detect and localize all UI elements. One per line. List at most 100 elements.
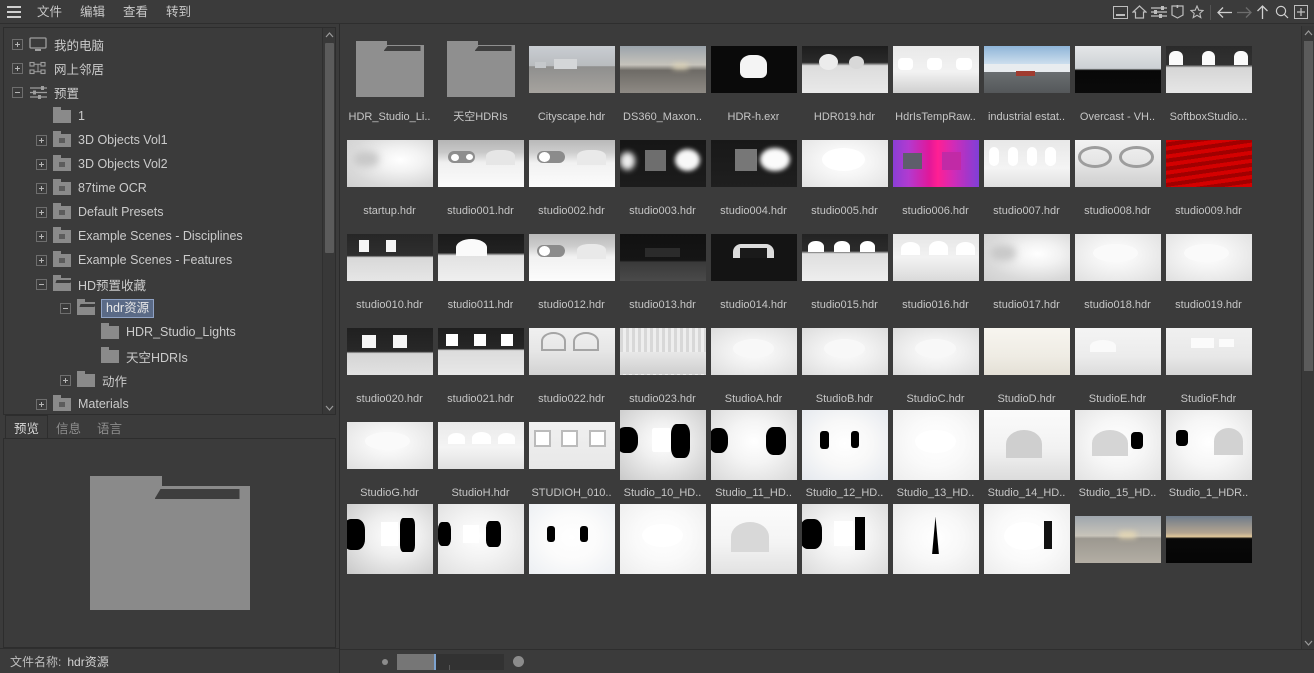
file-item[interactable]: StudioB.hdr (799, 312, 890, 406)
file-item[interactable]: HDR-h.exr (708, 30, 799, 124)
tree-item[interactable]: 3D Objects Vol2 (4, 152, 322, 176)
expand-icon[interactable] (12, 62, 23, 74)
tree-item[interactable]: Materials (4, 392, 322, 414)
file-item[interactable]: SoftboxStudio... (1163, 30, 1254, 124)
file-item[interactable] (981, 500, 1072, 594)
expand-icon[interactable] (60, 374, 71, 386)
tree-item[interactable]: HDR_Studio_Lights (4, 320, 322, 344)
file-item[interactable]: Studio_12_HD.. (799, 406, 890, 500)
file-item[interactable]: studio008.hdr (1072, 124, 1163, 218)
chevron-down-icon[interactable] (1302, 636, 1314, 649)
file-grid-scrollbar-thumb[interactable] (1304, 41, 1313, 371)
file-item[interactable]: Cityscape.hdr (526, 30, 617, 124)
preview-tab[interactable]: 信息 (48, 416, 89, 439)
tree-item[interactable]: hdr资源 (4, 296, 322, 320)
file-item[interactable]: studio016.hdr (890, 218, 981, 312)
file-item[interactable]: studio001.hdr (435, 124, 526, 218)
file-item[interactable]: studio010.hdr (344, 218, 435, 312)
file-item[interactable]: studio017.hdr (981, 218, 1072, 312)
menu-item-3[interactable]: 查看 (114, 0, 157, 24)
tree-item[interactable]: 网上邻居 (4, 56, 322, 80)
file-item[interactable]: startup.hdr (344, 124, 435, 218)
tree-item[interactable]: 1 (4, 104, 322, 128)
file-item[interactable] (1072, 500, 1163, 594)
hamburger-menu-icon[interactable] (0, 0, 28, 24)
expand-icon[interactable] (36, 254, 47, 266)
file-item[interactable]: studio009.hdr (1163, 124, 1254, 218)
file-item[interactable]: StudioG.hdr (344, 406, 435, 500)
file-item[interactable]: Studio_13_HD.. (890, 406, 981, 500)
file-item[interactable]: Studio_11_HD.. (708, 406, 799, 500)
file-item[interactable]: studio012.hdr (526, 218, 617, 312)
file-item[interactable]: studio019.hdr (1163, 218, 1254, 312)
large-thumbnail-icon[interactable] (513, 656, 524, 667)
file-item[interactable]: studio015.hdr (799, 218, 890, 312)
file-item[interactable]: studio007.hdr (981, 124, 1072, 218)
file-item[interactable]: studio003.hdr (617, 124, 708, 218)
file-item[interactable]: studio014.hdr (708, 218, 799, 312)
file-item[interactable]: StudioA.hdr (708, 312, 799, 406)
tree-item[interactable]: HD预置收藏 (4, 272, 322, 296)
expand-icon[interactable] (36, 230, 47, 242)
tree-scrollbar[interactable] (322, 28, 335, 414)
file-item[interactable]: studio022.hdr (526, 312, 617, 406)
file-item[interactable]: studio002.hdr (526, 124, 617, 218)
file-item[interactable]: Studio_14_HD.. (981, 406, 1072, 500)
expand-icon[interactable] (12, 38, 23, 50)
folder-item[interactable]: HDR_Studio_Li.. (344, 30, 435, 124)
file-item[interactable]: studio011.hdr (435, 218, 526, 312)
collapse-icon[interactable] (60, 302, 71, 314)
file-item[interactable]: studio005.hdr (799, 124, 890, 218)
collapse-icon[interactable] (36, 278, 47, 290)
file-item[interactable] (617, 500, 708, 594)
file-item[interactable]: Studio_15_HD.. (1072, 406, 1163, 500)
file-item[interactable]: StudioD.hdr (981, 312, 1072, 406)
tree-item[interactable]: 我的电脑 (4, 32, 322, 56)
minimize-panel-icon[interactable] (1111, 2, 1130, 22)
file-item[interactable]: Studio_1_HDR.. (1163, 406, 1254, 500)
expand-icon[interactable] (36, 134, 47, 146)
file-item[interactable]: HdrIsTempRaw.. (890, 30, 981, 124)
file-item[interactable] (708, 500, 799, 594)
file-item[interactable] (799, 500, 890, 594)
file-item[interactable]: StudioH.hdr (435, 406, 526, 500)
small-thumbnail-icon[interactable] (382, 658, 388, 665)
expand-icon[interactable] (36, 206, 47, 218)
tree-item[interactable]: 预置 (4, 80, 322, 104)
file-item[interactable]: studio023.hdr (617, 312, 708, 406)
file-item[interactable]: StudioF.hdr (1163, 312, 1254, 406)
file-item[interactable]: Overcast - VH.. (1072, 30, 1163, 124)
menu-item-1[interactable]: 文件 (28, 0, 71, 24)
collapse-icon[interactable] (12, 86, 23, 98)
file-item[interactable]: studio021.hdr (435, 312, 526, 406)
file-item[interactable] (1163, 500, 1254, 594)
tree-item[interactable]: 3D Objects Vol1 (4, 128, 322, 152)
file-item[interactable]: studio020.hdr (344, 312, 435, 406)
chevron-up-icon[interactable] (1302, 26, 1314, 39)
tree-item[interactable]: 87time OCR (4, 176, 322, 200)
up-arrow-icon[interactable] (1253, 2, 1272, 22)
tree-item[interactable]: Example Scenes - Features (4, 248, 322, 272)
tree-item[interactable]: Default Presets (4, 200, 322, 224)
tree-scrollbar-thumb[interactable] (325, 43, 334, 253)
chevron-down-icon[interactable] (323, 401, 335, 414)
search-icon[interactable] (1272, 2, 1291, 22)
chevron-up-icon[interactable] (323, 28, 335, 41)
expand-icon[interactable] (36, 158, 47, 170)
expand-icon[interactable] (36, 182, 47, 194)
file-item[interactable]: studio013.hdr (617, 218, 708, 312)
file-item[interactable]: Studio_10_HD.. (617, 406, 708, 500)
file-item[interactable]: StudioE.hdr (1072, 312, 1163, 406)
file-item[interactable]: studio004.hdr (708, 124, 799, 218)
file-item[interactable]: industrial estat.. (981, 30, 1072, 124)
tree-item[interactable]: 天空HDRIs (4, 344, 322, 368)
file-item[interactable]: studio018.hdr (1072, 218, 1163, 312)
bookmark-icon[interactable] (1168, 2, 1187, 22)
preview-tab[interactable]: 预览 (5, 415, 49, 439)
file-grid-scrollbar[interactable] (1301, 26, 1314, 649)
back-arrow-icon[interactable] (1215, 2, 1234, 22)
slider-handle[interactable] (434, 653, 436, 670)
thumbnail-size-slider[interactable] (397, 653, 504, 670)
star-icon[interactable] (1187, 2, 1206, 22)
file-item[interactable]: HDR019.hdr (799, 30, 890, 124)
